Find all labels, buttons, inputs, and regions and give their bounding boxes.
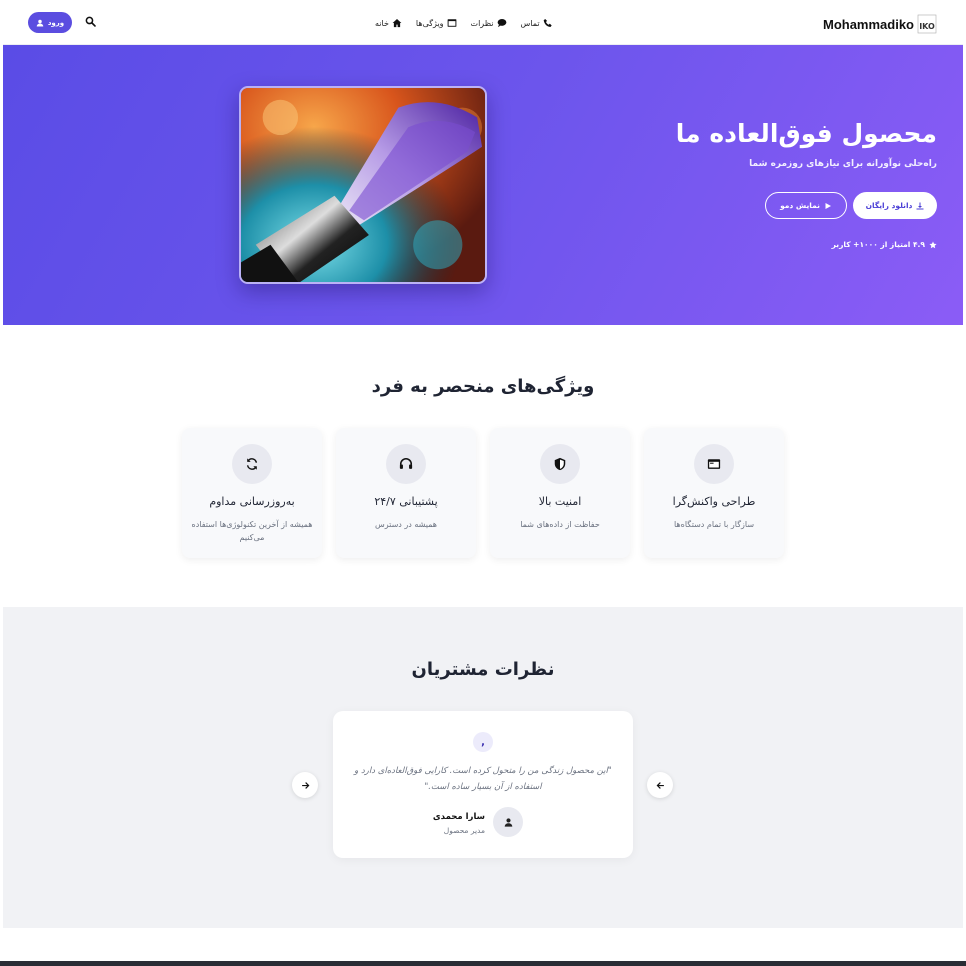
feature-icon-wrap [386,444,426,484]
footer-strip [0,961,966,966]
user-icon [36,19,44,26]
play-icon [825,202,831,209]
next-testimonial-button[interactable] [292,772,318,798]
window-icon [707,459,721,469]
window-icon [447,19,456,27]
site-header: ورود خانه ویژگی‌ها نظرات تماس Mohammadik… [3,0,963,45]
testimonials-section: نظرات مشتریان , "این محصول زندگی من را م… [3,607,963,928]
features-list: طراحی واکنش‌گرا سازگار با تمام دستگاه‌ها… [182,428,784,558]
demo-label: نمایش دمو [780,201,820,210]
feature-card: امنیت بالا حفاظت از داده‌های شما [490,428,630,558]
testimonial-card: , "این محصول زندگی من را متحول کرده است.… [333,711,633,858]
download-icon [916,202,924,209]
arrow-right-icon [301,781,309,789]
brush-illustration [241,88,485,282]
feature-icon-wrap [540,444,580,484]
feature-desc: حفاظت از داده‌های شما [520,520,600,529]
nav-item-contact[interactable]: تماس [521,16,553,30]
features-title: ویژگی‌های منحصر به فرد [371,376,595,397]
hero-title: محصول فوق‌العاده ما [675,119,937,148]
nav-item-home[interactable]: خانه [375,16,402,30]
feature-card: به‌روزرسانی مداوم همیشه از آخرین تکنولوژ… [182,428,322,558]
nav-item-features[interactable]: ویژگی‌ها [416,16,457,30]
download-button[interactable]: دانلود رایگان [853,192,937,219]
feature-title: طراحی واکنش‌گرا [672,495,756,508]
feature-title: به‌روزرسانی مداوم [209,495,295,508]
feature-card: پشتیبانی ۲۴/۷ همیشه در دسترس [336,428,476,558]
testimonials-title: نظرات مشتریان [411,659,555,680]
user-icon [504,817,512,827]
feature-title: امنیت بالا [538,495,582,508]
login-label: ورود [47,18,65,27]
feature-card: طراحی واکنش‌گرا سازگار با تمام دستگاه‌ها [644,428,784,558]
search-icon[interactable] [85,16,96,27]
home-icon [392,18,402,28]
phone-icon [543,18,552,27]
login-button[interactable]: ورود [28,12,72,33]
quote-icon: , [473,732,493,752]
arrow-left-icon [656,781,664,789]
testimonial-text: "این محصول زندگی من را متحول کرده است. ک… [354,766,612,792]
feature-title: پشتیبانی ۲۴/۷ [374,495,438,508]
nav-label: خانه [375,18,389,28]
avatar [493,807,523,837]
nav-label: نظرات [470,18,494,28]
feature-icon-wrap [694,444,734,484]
rating: ۴.۹ امتیاز از ۱۰۰۰+ کاربر [832,240,937,249]
testimonial-name: سارا محمدی [432,812,485,822]
chat-icon [497,18,506,28]
sync-icon [246,458,258,470]
rating-text: ۴.۹ امتیاز از ۱۰۰۰+ کاربر [831,240,925,249]
download-label: دانلود رایگان [865,201,913,210]
nav-label: ویژگی‌ها [415,18,444,28]
brand[interactable]: Mohammadiko IKO [823,14,937,34]
main-nav: خانه ویژگی‌ها نظرات تماس [375,16,553,30]
hero-section: محصول فوق‌العاده ما راه‌حلی نوآورانه برا… [3,45,963,325]
feature-desc: همیشه از آخرین تکنولوژی‌ها استفاده می‌کن… [191,520,313,542]
brand-name: Mohammadiko [822,16,914,32]
feature-icon-wrap [232,444,272,484]
brand-logo: IKO [917,14,937,34]
hero-product-image [239,86,487,284]
nav-label: تماس [520,18,540,28]
logo-text: IKO [919,22,935,31]
headset-icon [399,458,413,469]
demo-button[interactable]: نمایش دمو [765,192,847,219]
hero-subtitle: راه‌حلی نوآورانه برای نیازهای روزمره شما [749,159,937,169]
prev-testimonial-button[interactable] [647,772,673,798]
star-icon [929,241,937,248]
feature-desc: سازگار با تمام دستگاه‌ها [673,520,755,529]
feature-desc: همیشه در دسترس [374,520,438,529]
nav-item-testimonials[interactable]: نظرات [471,16,507,30]
testimonial-role: مدیر محصول [443,826,485,835]
shield-icon [554,457,566,471]
